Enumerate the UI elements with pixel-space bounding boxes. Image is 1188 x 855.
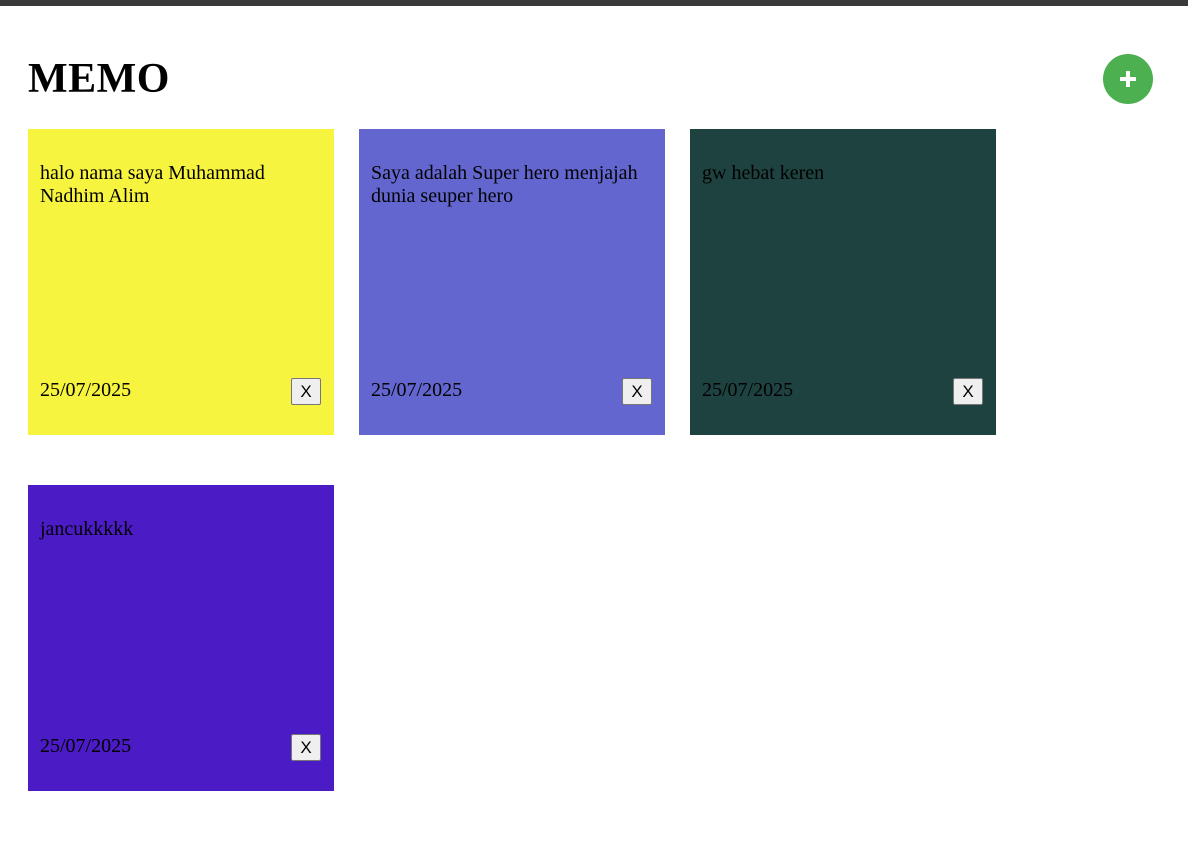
memo-date: 25/07/2025 [371,379,463,401]
memo-text[interactable]: Saya adalah Super hero menjajah dunia se… [371,162,646,208]
plus-icon [1119,70,1137,88]
memo-date: 25/07/2025 [40,735,132,757]
memo-date: 25/07/2025 [40,379,132,401]
memo-card: halo nama saya Muhammad Nadhim Alim 25/0… [28,129,334,435]
memo-date: 25/07/2025 [702,379,794,401]
delete-memo-button[interactable]: X [953,378,983,405]
add-memo-button[interactable] [1103,54,1153,104]
memo-card: jancukkkkk 25/07/2025 X [28,485,334,791]
memo-card: Saya adalah Super hero menjajah dunia se… [359,129,665,435]
delete-memo-button[interactable]: X [622,378,652,405]
memo-text[interactable]: gw hebat keren [702,162,977,185]
memo-card: gw hebat keren 25/07/2025 X [690,129,996,435]
page-title: MEMO [28,56,170,102]
memo-text[interactable]: jancukkkkk [40,518,315,541]
memo-text[interactable]: halo nama saya Muhammad Nadhim Alim [40,162,315,208]
top-border-bar [0,0,1188,6]
delete-memo-button[interactable]: X [291,734,321,761]
delete-memo-button[interactable]: X [291,378,321,405]
